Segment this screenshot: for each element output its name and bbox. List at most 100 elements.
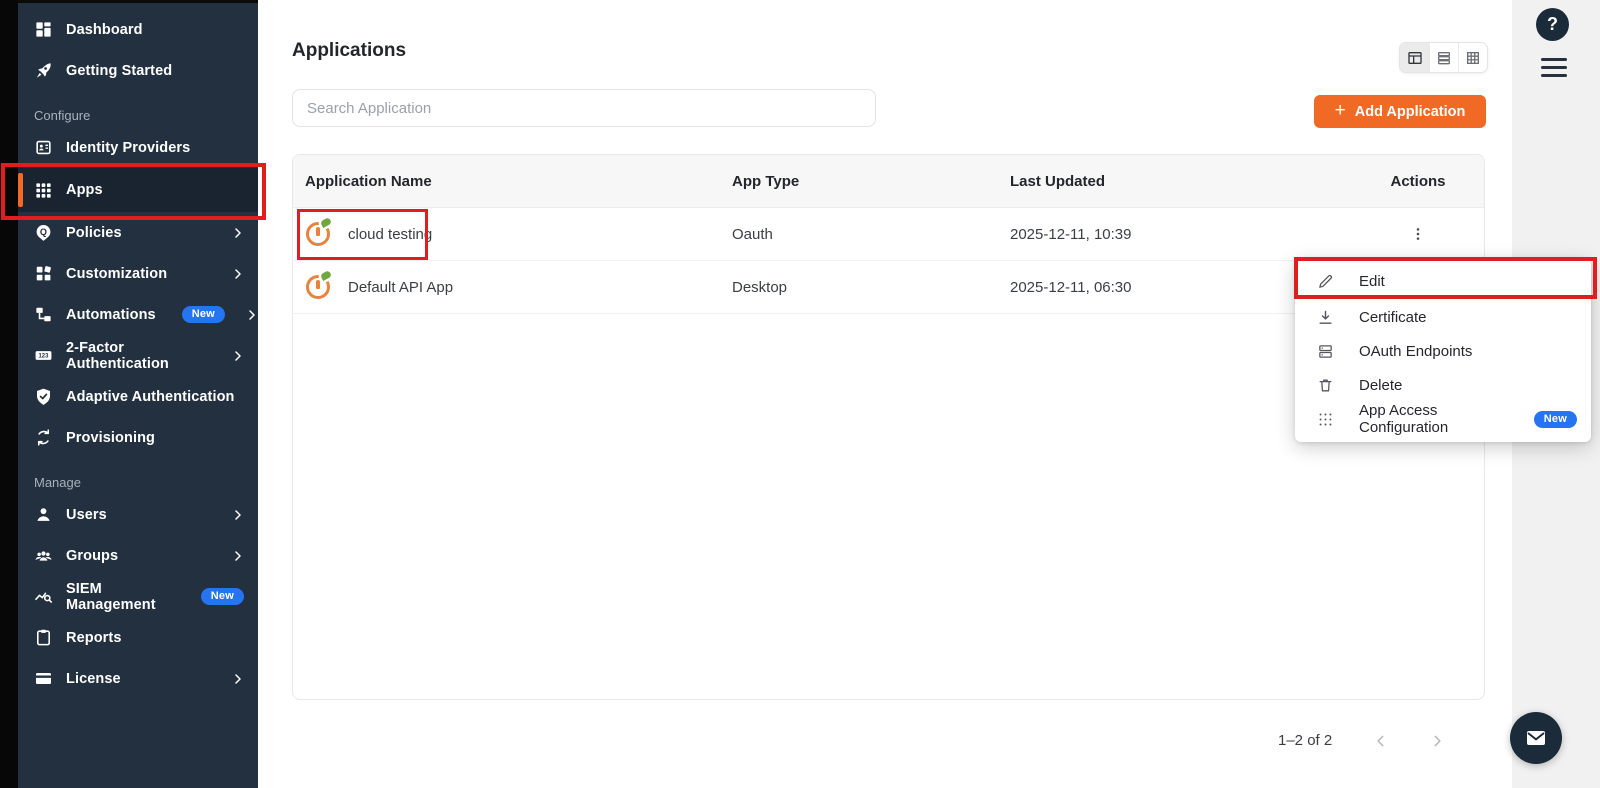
sidebar-item-adaptive-authentication[interactable]: Adaptive Authentication [18,376,258,417]
card-icon [34,669,53,688]
automations-icon [34,305,53,324]
sidebar-item-policies[interactable]: Q Policies [18,212,258,253]
menu-item-app-access-configuration[interactable]: App Access Configuration New [1295,402,1591,436]
sidebar-item-automations[interactable]: Automations New [18,294,258,335]
add-application-button[interactable]: + Add Application [1314,95,1486,128]
sidebar-item-label: Customization [66,265,168,282]
sidebar-item-users[interactable]: Users [18,494,258,535]
previous-page-icon[interactable] [1374,734,1388,748]
user-icon [34,505,53,524]
view-toggle-grid[interactable] [1458,43,1487,72]
sidebar-section-configure: Configure [34,108,91,123]
app-logo-icon [305,270,333,300]
question-mark-icon: ? [1547,14,1558,34]
sidebar-item-dashboard[interactable]: Dashboard [18,9,258,50]
new-badge: New [200,588,244,605]
app-logo-icon [305,217,333,247]
search-input[interactable] [292,89,876,127]
sidebar-item-label: Adaptive Authentication [66,388,235,405]
column-header-last-updated: Last Updated [1010,172,1106,190]
customization-icon [34,264,53,283]
chevron-right-icon [232,227,244,239]
last-updated: 2025-12-11, 10:39 [1010,225,1132,243]
sidebar: Dashboard Getting Started Configure Iden… [18,0,258,788]
column-header-application-name: Application Name [305,172,432,190]
app-type: Desktop [732,278,788,296]
row-actions-kebab-icon[interactable] [1405,221,1431,247]
sidebar-item-label: Policies [66,224,122,241]
app-type: Oauth [732,225,773,243]
sidebar-item-license[interactable]: License [18,658,258,699]
sidebar-item-label: License [66,670,121,687]
column-header-app-type: App Type [732,172,800,190]
clipboard-icon [34,628,53,647]
sidebar-item-groups[interactable]: Groups [18,535,258,576]
table-header-row: Application Name App Type Last Updated A… [293,155,1484,208]
sidebar-item-label: SIEM Management [66,580,156,613]
sidebar-item-siem-management[interactable]: SIEM Management New [18,576,258,617]
apps-grid-icon [34,181,53,200]
page-title: Applications [292,40,407,61]
sidebar-item-label: Automations [66,306,156,323]
endpoints-icon [1317,343,1334,360]
sidebar-item-reports[interactable]: Reports [18,617,258,658]
application-name: cloud testing [348,225,433,243]
shield-check-icon [34,387,53,406]
menu-item-oauth-endpoints[interactable]: OAuth Endpoints [1295,334,1591,368]
menu-item-delete[interactable]: Delete [1295,368,1591,402]
view-toggle-table[interactable] [1400,43,1429,72]
chevron-right-icon [246,309,258,321]
pencil-icon [1317,273,1334,290]
sidebar-item-label: Groups [66,547,119,564]
download-icon [1317,309,1334,326]
pagination-range: 1–2 of 2 [1278,732,1333,749]
policies-icon: Q [34,223,53,242]
sidebar-item-label: 2-Factor Authentication [66,339,169,372]
new-badge: New [181,306,225,323]
support-chat-button[interactable] [1510,712,1562,764]
sidebar-item-apps[interactable]: Apps [18,168,258,212]
chevron-right-icon [232,350,244,362]
row-actions-menu: Edit Certificate OAuth Endpoints Delete … [1295,258,1591,442]
sidebar-item-identity-providers[interactable]: Identity Providers [18,127,258,168]
sidebar-item-label: Reports [66,629,122,646]
sidebar-item-customization[interactable]: Customization [18,253,258,294]
hamburger-menu-icon[interactable] [1541,58,1567,77]
application-name: Default API App [348,278,454,296]
main-area: Applications ? + Add Application Applica… [258,0,1600,788]
chevron-right-icon [232,673,244,685]
rocket-icon [34,61,53,80]
id-badge-icon [34,138,53,157]
sidebar-item-provisioning[interactable]: Provisioning [18,417,258,458]
svg-text:Q: Q [40,227,47,237]
dashboard-icon [34,20,53,39]
sidebar-item-label: Users [66,506,107,523]
view-toggle-group [1399,42,1488,73]
menu-item-certificate[interactable]: Certificate [1295,300,1591,334]
sidebar-item-label: Apps [66,182,103,198]
column-header-actions: Actions [1390,172,1446,190]
one-two-three-icon: 123 [34,346,53,365]
pagination: 1–2 of 2 [1278,732,1444,749]
trash-icon [1317,377,1334,394]
view-toggle-list[interactable] [1429,43,1458,72]
svg-text:123: 123 [38,354,49,360]
sidebar-item-label: Identity Providers [66,139,191,156]
new-badge: New [1533,410,1577,428]
siem-chart-icon [34,587,53,606]
menu-item-edit[interactable]: Edit [1295,262,1591,300]
plus-icon: + [1334,100,1346,121]
sidebar-item-label: Getting Started [66,62,173,79]
group-icon [34,546,53,565]
next-page-icon[interactable] [1430,734,1444,748]
table-row[interactable]: cloud testing Oauth 2025-12-11, 10:39 [293,208,1484,261]
sidebar-item-getting-started[interactable]: Getting Started [18,50,258,91]
sync-icon [34,428,53,447]
sidebar-section-manage: Manage [34,475,81,490]
sidebar-item-2fa[interactable]: 123 2-Factor Authentication [18,335,258,376]
window-left-edge [0,0,18,788]
sidebar-item-label: Dashboard [66,21,143,38]
help-button[interactable]: ? [1536,8,1569,41]
chevron-right-icon [232,550,244,562]
chevron-right-icon [232,509,244,521]
